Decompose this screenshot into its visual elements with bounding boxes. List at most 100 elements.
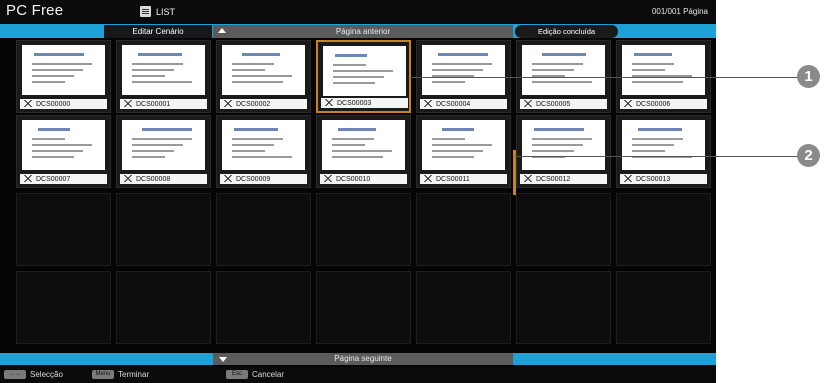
slide-caption: DCS00013: [620, 174, 707, 184]
callout-2: 2: [797, 144, 820, 167]
empty-slot[interactable]: [116, 193, 211, 266]
transition-icon: [423, 100, 433, 107]
transition-icon: [23, 175, 33, 182]
edit-done-button[interactable]: Edição concluída: [515, 25, 618, 38]
finish-label: Terminar: [118, 370, 150, 379]
slide-name: DCS00000: [36, 101, 71, 108]
empty-slot[interactable]: [616, 193, 711, 266]
slide-caption: DCS00012: [520, 174, 607, 184]
slide-preview: [122, 120, 205, 170]
slide-thumbnail[interactable]: DCS00010: [316, 115, 411, 188]
slide-preview: [522, 45, 605, 95]
callout-1: 1: [797, 65, 820, 88]
empty-slot[interactable]: [216, 271, 311, 344]
slide-thumbnail[interactable]: DCS00012: [516, 115, 611, 188]
empty-slot[interactable]: [416, 193, 511, 266]
slide-name: DCS00005: [536, 101, 571, 108]
empty-slot[interactable]: [316, 193, 411, 266]
next-page-button[interactable]: Página seguinte: [213, 353, 513, 365]
arrow-keys-icon: ←→: [4, 370, 26, 379]
slide-name: DCS00011: [436, 176, 470, 183]
slide-thumbnail[interactable]: DCS00013: [616, 115, 711, 188]
slide-name: DCS00003: [337, 100, 372, 107]
empty-slot[interactable]: [216, 193, 311, 266]
footer-help: ←→ Selecção Menu Terminar Esc Cancelar: [0, 367, 716, 383]
transition-icon: [623, 100, 633, 107]
slide-preview: [222, 120, 305, 170]
transition-icon: [23, 100, 33, 107]
slide-preview: [222, 45, 305, 95]
list-button[interactable]: LIST: [140, 6, 175, 17]
slide-thumbnail[interactable]: DCS00011: [416, 115, 511, 188]
slide-caption: DCS00009: [220, 174, 307, 184]
callout-line-1: [410, 77, 798, 78]
empty-slot[interactable]: [416, 271, 511, 344]
previous-page-button[interactable]: Página anterior: [213, 25, 513, 38]
slide-thumbnail[interactable]: DCS00009: [216, 115, 311, 188]
transition-icon: [223, 175, 233, 182]
title-bar: PC Free LIST 001/001 Página: [0, 0, 716, 24]
transition-icon: [523, 175, 533, 182]
page-indicator: 001/001 Página: [651, 7, 708, 16]
slide-thumbnail[interactable]: DCS00003: [316, 40, 411, 113]
slide-thumbnail[interactable]: DCS00008: [116, 115, 211, 188]
slide-thumbnail[interactable]: DCS00007: [16, 115, 111, 188]
slide-caption: DCS00000: [20, 99, 107, 109]
transition-icon: [323, 175, 333, 182]
slide-name: DCS00002: [236, 101, 271, 108]
slide-caption: DCS00004: [420, 99, 507, 109]
empty-slot[interactable]: [16, 271, 111, 344]
transition-icon: [223, 100, 233, 107]
slide-preview: [323, 46, 406, 96]
slide-caption: DCS00011: [420, 174, 507, 184]
cancel-label: Cancelar: [252, 370, 285, 379]
slide-name: DCS00006: [636, 101, 671, 108]
empty-slot[interactable]: [116, 271, 211, 344]
callout-line-2: [515, 156, 798, 157]
transition-icon: [324, 99, 334, 106]
transition-icon: [423, 175, 433, 182]
slide-preview: [122, 45, 205, 95]
slide-name: DCS00001: [136, 101, 171, 108]
empty-slot[interactable]: [516, 193, 611, 266]
pc-free-screen: PC Free LIST 001/001 Página Editar Cenár…: [0, 0, 716, 383]
slide-thumbnail[interactable]: DCS00002: [216, 40, 311, 113]
slide-caption: DCS00003: [321, 98, 408, 108]
menu-key-icon: Menu: [92, 370, 114, 379]
slide-preview: [422, 45, 505, 95]
transition-icon: [623, 175, 633, 182]
slide-caption: DCS00006: [620, 99, 707, 109]
slide-thumbnail[interactable]: DCS00000: [16, 40, 111, 113]
slide-name: DCS00012: [536, 176, 571, 183]
slide-caption: DCS00005: [520, 99, 607, 109]
slide-caption: DCS00010: [320, 174, 407, 184]
list-icon: [140, 6, 151, 17]
select-label: Selecção: [30, 370, 63, 379]
slide-preview: [522, 120, 605, 170]
footer-cancel: Esc Cancelar: [226, 370, 284, 379]
empty-slot[interactable]: [16, 193, 111, 266]
transition-icon: [523, 100, 533, 107]
list-label: LIST: [156, 6, 176, 17]
empty-slot[interactable]: [316, 271, 411, 344]
app-title: PC Free: [6, 2, 64, 19]
slide-preview: [22, 45, 105, 95]
slide-thumbnail[interactable]: DCS00001: [116, 40, 211, 113]
slide-name: DCS00008: [136, 176, 171, 183]
empty-slot[interactable]: [516, 271, 611, 344]
footer-select: ←→ Selecção: [4, 370, 63, 379]
slide-caption: DCS00001: [120, 99, 207, 109]
transition-icon: [123, 100, 133, 107]
slide-caption: DCS00007: [20, 174, 107, 184]
slide-name: DCS00010: [336, 176, 371, 183]
slide-name: DCS00007: [36, 176, 71, 183]
slide-preview: [322, 120, 405, 170]
edit-scenario-tab[interactable]: Editar Cenário: [104, 25, 212, 38]
empty-slot[interactable]: [616, 271, 711, 344]
slide-preview: [622, 45, 705, 95]
next-page-label: Página seguinte: [334, 354, 392, 363]
slide-preview: [22, 120, 105, 170]
footer-finish: Menu Terminar: [92, 370, 149, 379]
previous-page-label: Página anterior: [335, 27, 391, 36]
slide-caption: DCS00002: [220, 99, 307, 109]
